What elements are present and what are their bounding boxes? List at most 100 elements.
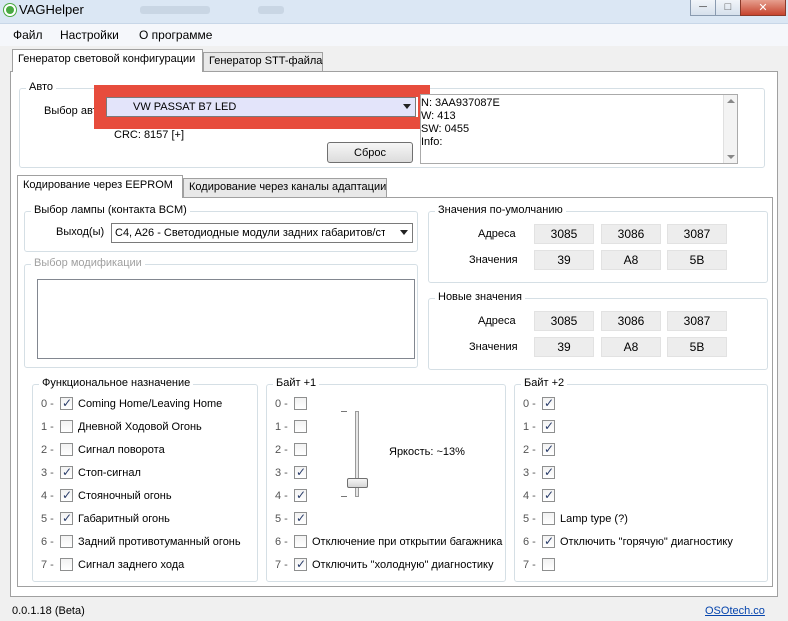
checkbox-label[interactable]: Lamp type (?) <box>560 513 628 525</box>
lamp-group-title: Выбор лампы (контакта BCM) <box>31 204 190 216</box>
checkbox[interactable] <box>60 558 73 571</box>
checkbox[interactable] <box>294 535 307 548</box>
checkbox[interactable] <box>294 420 307 433</box>
new-values-group-title: Новые значения <box>435 291 526 303</box>
modification-list[interactable] <box>37 279 415 359</box>
car-select-combobox[interactable]: VW PASSAT B7 LED <box>106 97 416 117</box>
new-value-box[interactable]: A8 <box>601 337 661 357</box>
eeprom-tab-panel: Выбор лампы (контакта BCM) Выход(ы) C4, … <box>17 197 773 587</box>
maximize-button[interactable]: □ <box>715 0 741 16</box>
checkbox-index: 7 - <box>41 559 54 571</box>
checkbox-label[interactable]: Задний противотуманный огонь <box>78 536 241 548</box>
checkbox[interactable] <box>60 420 73 433</box>
new-values-label: Значения <box>469 341 518 353</box>
byte1-group: Байт +1 0 - 1 - 2 - 3 - 4 - 5 - 6 - Отключение … <box>266 377 506 582</box>
checkbox[interactable] <box>542 534 555 548</box>
checkbox[interactable] <box>60 443 73 456</box>
checkbox[interactable] <box>294 397 307 410</box>
info-scrollbar[interactable] <box>723 95 737 163</box>
checkbox[interactable] <box>542 419 555 433</box>
new-address-box: 3086 <box>601 311 661 331</box>
output-select-combobox[interactable]: C4, A26 - Светодиодные модули задних габ… <box>111 223 413 243</box>
checkbox-label[interactable]: Стоп-сигнал <box>78 467 141 479</box>
new-value-box[interactable]: 5B <box>667 337 727 357</box>
checkbox[interactable] <box>60 465 73 479</box>
checkbox[interactable] <box>294 511 307 525</box>
checkbox-label[interactable]: Сигнал поворота <box>78 444 165 456</box>
checkbox[interactable] <box>60 535 73 548</box>
window-title: VAGHelper <box>19 2 84 17</box>
checkbox-index: 2 - <box>275 444 288 456</box>
status-bar: 0.0.1.18 (Beta) OSOtech.co <box>0 599 788 621</box>
checkbox-index: 3 - <box>523 467 536 479</box>
byte2-group-title: Байт +2 <box>521 377 568 389</box>
info-line: N: 3AA937087E <box>421 97 500 109</box>
function-group-title: Функциональное назначение <box>39 377 194 389</box>
brightness-slider-thumb[interactable] <box>347 477 368 488</box>
defaults-value-box: 39 <box>534 250 594 270</box>
info-line: Info: <box>421 136 443 148</box>
new-address-box: 3087 <box>667 311 727 331</box>
checkbox[interactable] <box>294 443 307 456</box>
checkbox[interactable] <box>542 465 555 479</box>
title-blur <box>258 6 284 14</box>
brightness-slider[interactable] <box>341 409 369 501</box>
checkbox-index: 2 - <box>41 444 54 456</box>
checkbox[interactable] <box>542 396 555 410</box>
checkbox-label[interactable]: Габаритный огонь <box>78 513 170 525</box>
checkbox[interactable] <box>542 488 555 502</box>
close-button[interactable]: ✕ <box>740 0 786 16</box>
checkbox[interactable] <box>60 511 73 525</box>
slider-tick <box>341 496 347 497</box>
tab-eeprom-coding[interactable]: Кодирование через EEPROM <box>17 175 183 198</box>
checkbox[interactable] <box>294 465 307 479</box>
defaults-values-label: Значения <box>469 254 518 266</box>
byte1-group-title: Байт +1 <box>273 377 320 389</box>
new-value-box[interactable]: 39 <box>534 337 594 357</box>
checkbox[interactable] <box>294 557 307 571</box>
checkbox-label[interactable]: Отключение при открытии багажника <box>312 536 502 548</box>
checkbox[interactable] <box>60 488 73 502</box>
menu-settings[interactable]: Настройки <box>60 28 119 42</box>
checkbox-index: 6 - <box>275 536 288 548</box>
checkbox[interactable] <box>542 442 555 456</box>
minimize-button[interactable]: ─ <box>690 0 716 16</box>
checkbox-index: 1 - <box>523 421 536 433</box>
brightness-label: Яркость: ~13% <box>389 446 465 458</box>
slider-tick <box>341 411 347 412</box>
defaults-value-box: A8 <box>601 250 661 270</box>
checkbox-index: 4 - <box>41 490 54 502</box>
scroll-down-icon[interactable] <box>727 155 735 159</box>
crc-label: CRC: 8157 [+] <box>114 129 185 141</box>
checkbox[interactable] <box>542 512 555 525</box>
checkbox-index: 0 - <box>523 398 536 410</box>
menu-about[interactable]: О программе <box>139 28 212 42</box>
defaults-address-label: Адреса <box>478 228 516 240</box>
checkbox[interactable] <box>542 558 555 571</box>
menu-file[interactable]: Файл <box>13 28 43 42</box>
info-textbox[interactable]: N: 3AA937087E W: 413 SW: 0455 Info: <box>420 94 738 164</box>
checkbox[interactable] <box>60 396 73 410</box>
checkbox-label[interactable]: Стояночный огонь <box>78 490 172 502</box>
tab-stt-generator[interactable]: Генератор STT-файла <box>203 52 323 71</box>
checkbox-label[interactable]: Дневной Ходовой Огонь <box>78 421 202 433</box>
checkbox-index: 1 - <box>275 421 288 433</box>
checkbox-index: 5 - <box>523 513 536 525</box>
checkbox-index: 1 - <box>41 421 54 433</box>
new-values-group: Новые значения Адреса Значения 3085 3086… <box>428 291 768 370</box>
website-link[interactable]: OSOtech.co <box>705 605 765 617</box>
version-label: 0.0.1.18 (Beta) <box>12 605 85 617</box>
tab-adaptation-coding[interactable]: Кодирование через каналы адаптации <box>183 178 387 197</box>
tab-light-config-generator[interactable]: Генератор световой конфигурации <box>12 49 203 72</box>
checkbox-label[interactable]: Coming Home/Leaving Home <box>78 398 222 410</box>
checkbox-label[interactable]: Отключить "холодную" диагностику <box>312 559 493 571</box>
new-address-label: Адреса <box>478 315 516 327</box>
checkbox-label[interactable]: Отключить "горячую" диагностику <box>560 536 733 548</box>
title-bar: VAGHelper ─ □ ✕ <box>0 0 788 24</box>
checkbox[interactable] <box>294 488 307 502</box>
checkbox-label[interactable]: Сигнал заднего хода <box>78 559 184 571</box>
scroll-up-icon[interactable] <box>727 99 735 103</box>
reset-button[interactable]: Сброс <box>327 142 413 163</box>
checkbox-index: 4 - <box>523 490 536 502</box>
app-icon <box>4 4 16 16</box>
